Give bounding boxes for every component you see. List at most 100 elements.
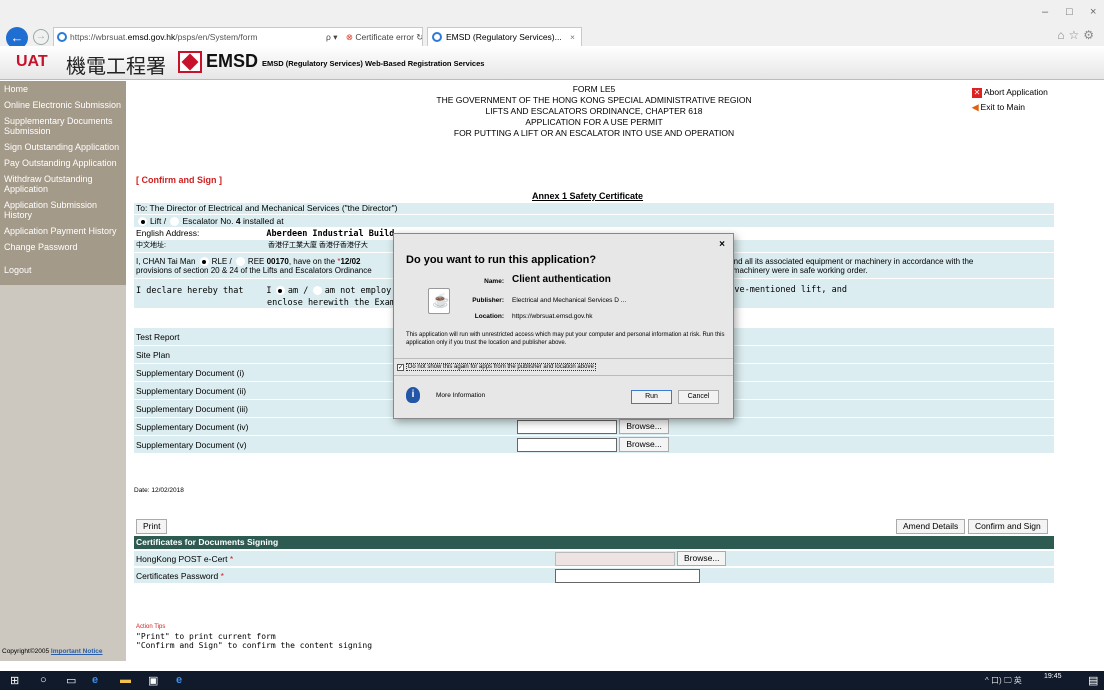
sidebar-item-withdraw[interactable]: Withdraw Outstanding Application: [0, 171, 126, 197]
refresh-icon[interactable]: ↻: [416, 32, 422, 42]
do-not-show-label[interactable]: Do not show this again for apps from the…: [406, 363, 596, 371]
am-radio[interactable]: [275, 286, 285, 296]
declaration-date: 12/02: [340, 257, 361, 266]
publisher-label: Publisher:: [472, 297, 504, 304]
escalator-radio[interactable]: [170, 217, 180, 227]
document-label: Supplementary Document (iii): [136, 404, 248, 414]
arrow-left-icon: ◀: [972, 102, 979, 112]
confirm-and-sign-button[interactable]: Confirm and Sign: [968, 519, 1048, 534]
address-tools: ρ ▾ ⊗ Certificate error ↻: [326, 28, 422, 46]
tip-confirm: "Confirm and Sign" to confirm the conten…: [136, 641, 373, 650]
do-not-show-checkbox[interactable]: ✓: [397, 364, 404, 371]
close-icon: ✕: [972, 87, 982, 98]
copyright-text: Copyright©2005: [2, 648, 50, 655]
sidebar-item-submission-history[interactable]: Application Submission History: [0, 197, 126, 223]
exit-label: Exit to Main: [980, 102, 1025, 112]
sidebar-menu: Home Online Electronic Submission Supple…: [0, 81, 126, 285]
form-heading-line: APPLICATION FOR A USE PERMIT: [525, 117, 663, 127]
emsd-logo-icon: [178, 51, 202, 73]
ecert-label: HongKong POST e-Cert: [136, 554, 228, 564]
system-tray[interactable]: ^ 口) 🖵 英: [985, 675, 1022, 686]
sidebar-item-payment-history[interactable]: Application Payment History: [0, 223, 126, 239]
search-icon[interactable]: ρ ▾: [326, 32, 337, 42]
copyright: Copyright©2005 Important Notice: [2, 648, 103, 655]
sidebar-item-change-password[interactable]: Change Password: [0, 239, 126, 255]
dialog-question: Do you want to run this application?: [406, 254, 597, 266]
certificate-password-input[interactable]: [555, 569, 700, 583]
tip-print: "Print" to print current form: [136, 632, 276, 641]
sidebar-item-supplementary[interactable]: Supplementary Documents Submission: [0, 113, 126, 139]
file-explorer-icon[interactable]: ▬: [120, 674, 131, 686]
form-heading-line: LIFTS AND ESCALATORS ORDINANCE, CHAPTER …: [485, 106, 703, 116]
run-application-dialog: × Do you want to run this application? N…: [393, 233, 734, 419]
store-icon[interactable]: ▣: [148, 674, 158, 687]
favorites-icons[interactable]: ⌂☆⚙: [1057, 28, 1098, 42]
browse-button[interactable]: Browse...: [619, 437, 669, 453]
amend-details-button[interactable]: Amend Details: [896, 519, 966, 534]
minimize-icon[interactable]: –: [1042, 6, 1048, 18]
cancel-button[interactable]: Cancel: [678, 390, 719, 404]
above-mentioned-text: above-mentioned lift, and: [719, 285, 847, 295]
close-window-icon[interactable]: ×: [1090, 6, 1096, 18]
site-header: UAT 機電工程署 EMSD EMSD (Regulatory Services…: [0, 46, 1104, 80]
sidebar-item-home[interactable]: Home: [0, 81, 126, 97]
file-path-input[interactable]: [517, 437, 617, 452]
ree-radio[interactable]: [235, 257, 245, 267]
sidebar-item-pay-outstanding[interactable]: Pay Outstanding Application: [0, 155, 126, 171]
tab-title: EMSD (Regulatory Services)...: [446, 32, 562, 42]
windows-start-icon[interactable]: ⊞: [10, 674, 19, 687]
publisher-value: Electrical and Mechanical Services D ...: [512, 297, 627, 304]
ie-icon[interactable]: e: [176, 674, 182, 686]
browse-button[interactable]: Browse...: [619, 419, 669, 435]
browser-tab[interactable]: EMSD (Regulatory Services)... ×: [427, 27, 582, 47]
maximize-icon[interactable]: □: [1066, 6, 1073, 18]
ree-label: REE: [247, 257, 265, 266]
close-icon[interactable]: ×: [719, 239, 725, 250]
task-view-icon[interactable]: ▭: [66, 674, 76, 687]
sidebar-item-logout[interactable]: Logout: [0, 255, 126, 285]
declare-i: I: [266, 286, 272, 296]
run-button[interactable]: Run: [631, 390, 672, 404]
close-tab-icon[interactable]: ×: [570, 28, 575, 46]
tips-title: Action Tips: [136, 624, 166, 630]
english-address-label: English Address:: [136, 228, 200, 238]
certificate-error-label[interactable]: Certificate error: [355, 32, 414, 42]
ecert-file-input[interactable]: [555, 552, 675, 566]
action-tips: Action Tips "Print" to print current for…: [136, 623, 372, 650]
location-label: Location:: [474, 313, 504, 320]
document-label: Supplementary Document (v): [136, 440, 247, 450]
ecert-browse-button[interactable]: Browse...: [677, 551, 727, 566]
have-on-text: , have on the: [288, 257, 336, 266]
am-not-label: am not employ: [324, 286, 392, 296]
declare-label: I declare hereby that: [136, 286, 244, 296]
sidebar-item-online-submission[interactable]: Online Electronic Submission: [0, 97, 126, 113]
declaration-continued-2: t or machinery were in safe working orde…: [719, 266, 868, 275]
search-icon[interactable]: ○: [40, 674, 47, 686]
required-mark: *: [220, 571, 224, 581]
form-heading-line: THE GOVERNMENT OF THE HONG KONG SPECIAL …: [436, 95, 752, 105]
lift-label: Lift /: [150, 216, 167, 226]
env-label: UAT: [16, 53, 48, 70]
chinese-address-label: 中文地址:: [136, 242, 166, 249]
important-notice-link[interactable]: Important Notice: [51, 648, 103, 655]
abort-application-link[interactable]: ✕ Abort Application: [972, 87, 1048, 98]
annex-title: Annex 1 Safety Certificate: [532, 191, 644, 201]
exit-to-main-link[interactable]: ◀ Exit to Main: [972, 102, 1025, 113]
lift-radio[interactable]: [138, 217, 147, 227]
certificate-error-icon[interactable]: ⊗: [346, 32, 353, 42]
am-not-radio[interactable]: [312, 286, 322, 296]
rle-radio[interactable]: [199, 257, 209, 267]
notifications-icon[interactable]: ▤: [1088, 674, 1098, 687]
address-bar[interactable]: https://wbrsuat.emsd.gov.hk/psps/en/Syst…: [53, 27, 423, 47]
clock[interactable]: 19:45: [1044, 673, 1062, 680]
more-information-link[interactable]: More Information: [436, 392, 485, 399]
edge-icon[interactable]: e: [92, 674, 98, 686]
document-row: Supplementary Document (iv) Browse...: [134, 418, 1054, 436]
sidebar-item-sign-outstanding[interactable]: Sign Outstanding Application: [0, 139, 126, 155]
print-button[interactable]: Print: [136, 519, 168, 534]
chinese-address-value: 香港仔工業大廈 香港仔香港仔大: [267, 242, 368, 249]
forward-arrow-icon[interactable]: →: [33, 29, 49, 45]
form-code: FORM LE5: [572, 84, 616, 94]
file-path-input[interactable]: [517, 419, 617, 434]
form-heading: FORM LE5 THE GOVERNMENT OF THE HONG KONG…: [134, 84, 1054, 139]
